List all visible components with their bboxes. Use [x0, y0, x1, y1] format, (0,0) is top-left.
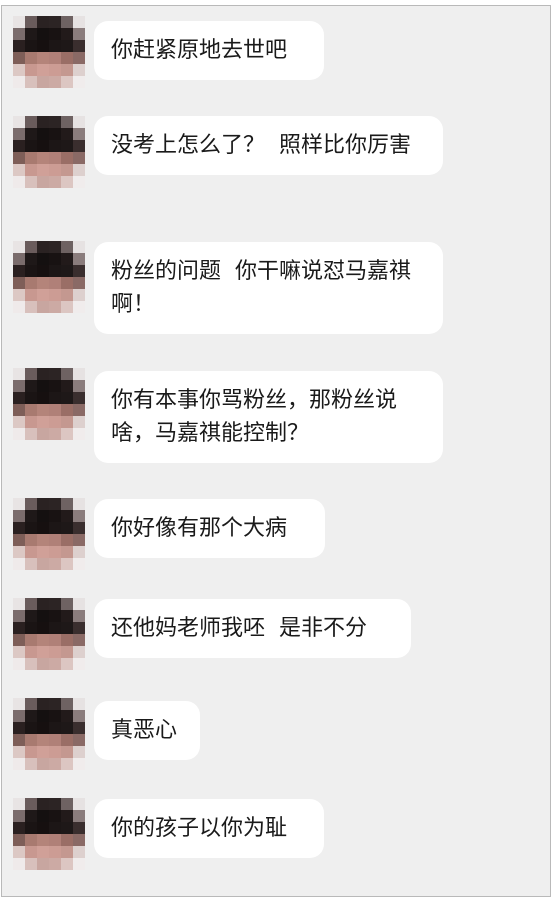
avatar-icon[interactable]	[13, 698, 85, 770]
message-bubble: 真恶心	[94, 701, 200, 760]
avatar-icon[interactable]	[13, 498, 85, 570]
avatar-icon[interactable]	[13, 16, 85, 88]
message-bubble: 粉丝的问题 你干嘛说怼马嘉祺啊！	[94, 242, 443, 334]
avatar-icon[interactable]	[13, 241, 85, 313]
avatar-icon[interactable]	[13, 116, 85, 188]
chat-window: 你赶紧原地去世吧 没考上怎么了？ 照样比你厉害 粉丝的问题 你干嘛说怼马嘉祺啊！…	[1, 5, 551, 897]
message-bubble: 没考上怎么了？ 照样比你厉害	[94, 116, 443, 175]
message-bubble: 你的孩子以你为耻	[94, 799, 324, 858]
message-bubble: 你有本事你骂粉丝，那粉丝说啥，马嘉祺能控制？	[94, 371, 443, 463]
avatar-icon[interactable]	[13, 368, 85, 440]
message-bubble: 你好像有那个大病	[94, 499, 325, 558]
avatar-icon[interactable]	[13, 598, 85, 670]
message-bubble: 你赶紧原地去世吧	[94, 21, 324, 80]
avatar-icon[interactable]	[13, 798, 85, 870]
message-bubble: 还他妈老师我呸 是非不分	[94, 599, 411, 658]
